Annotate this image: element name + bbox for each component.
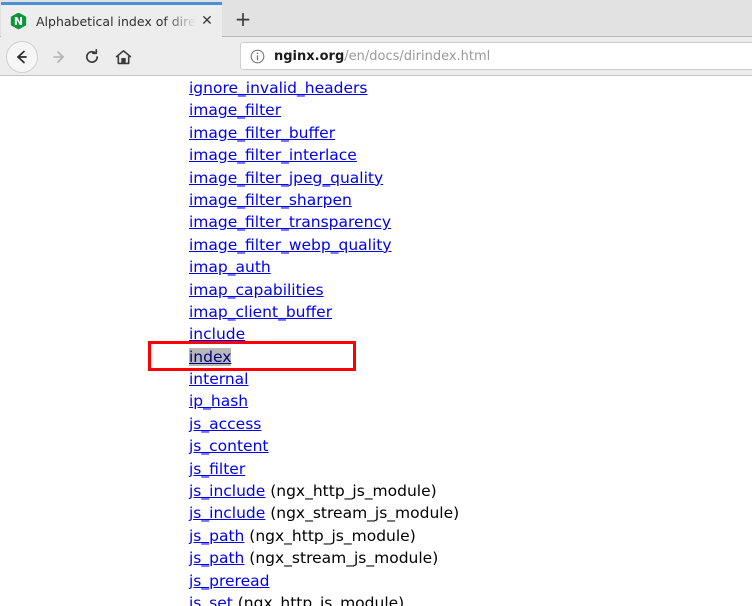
- directive-link-internal[interactable]: internal: [189, 370, 248, 388]
- directive-link-index[interactable]: index: [189, 347, 232, 366]
- directive-link-js_path[interactable]: js_path: [189, 549, 244, 567]
- directive-module-label: (ngx_http_js_module): [244, 526, 416, 545]
- close-icon[interactable]: ✕: [198, 12, 216, 30]
- directive-link-image_filter_buffer[interactable]: image_filter_buffer: [189, 124, 335, 142]
- directive-link-include[interactable]: include: [189, 325, 245, 343]
- directive-row: js_include (ngx_stream_js_module): [189, 502, 729, 524]
- directive-link-image_filter_sharpen[interactable]: image_filter_sharpen: [189, 191, 352, 209]
- directive-link-imap_client_buffer[interactable]: imap_client_buffer: [189, 303, 332, 321]
- directive-row: image_filter_interlace: [189, 144, 729, 166]
- directive-row: js_path (ngx_stream_js_module): [189, 547, 729, 569]
- directive-link-js_path[interactable]: js_path: [189, 527, 244, 545]
- nginx-favicon-icon: N: [10, 12, 27, 30]
- directive-row: js_content: [189, 435, 729, 457]
- directive-row: imap_auth: [189, 256, 729, 278]
- directive-link-image_filter_webp_quality[interactable]: image_filter_webp_quality: [189, 236, 392, 254]
- directive-module-label: (ngx_http_js_module): [232, 593, 405, 606]
- back-button[interactable]: [6, 41, 38, 73]
- url-text: nginx.org/en/docs/dirindex.html: [274, 49, 490, 64]
- directive-link-ignore_invalid_headers[interactable]: ignore_invalid_headers: [189, 79, 367, 97]
- directive-link-js_content[interactable]: js_content: [189, 437, 268, 455]
- directive-row: image_filter_jpeg_quality: [189, 167, 729, 189]
- reload-icon: [85, 48, 99, 63]
- directive-link-image_filter_jpeg_quality[interactable]: image_filter_jpeg_quality: [189, 169, 383, 187]
- directive-link-image_filter_transparency[interactable]: image_filter_transparency: [189, 213, 391, 231]
- directive-row: internal: [189, 368, 729, 390]
- browser-window: N Alphabetical index of direc ✕ + nginx.…: [0, 0, 752, 606]
- directive-row: js_include (ngx_http_js_module): [189, 480, 729, 502]
- directive-link-imap_auth[interactable]: imap_auth: [189, 258, 271, 276]
- directive-row: ip_hash: [189, 390, 729, 412]
- directive-row: imap_client_buffer: [189, 301, 729, 323]
- arrow-left-icon: [17, 50, 27, 64]
- directive-row: image_filter_webp_quality: [189, 234, 729, 256]
- tab-title: Alphabetical index of direc: [36, 13, 196, 29]
- directive-link-js_access[interactable]: js_access: [189, 415, 261, 433]
- directive-link-ip_hash[interactable]: ip_hash: [189, 392, 248, 410]
- directive-link-js_include[interactable]: js_include: [189, 504, 265, 522]
- directive-link-js_preread[interactable]: js_preread: [189, 572, 269, 590]
- page-content: ignore_invalid_headers image_filter image_…: [0, 77, 752, 606]
- directive-row: js_access: [189, 413, 729, 435]
- forward-button: [44, 42, 74, 72]
- directive-row: js_set (ngx_http_js_module): [189, 592, 729, 606]
- url-path: /en/docs/dirindex.html: [344, 48, 491, 64]
- directive-link-js_set[interactable]: js_set: [189, 594, 233, 606]
- directive-link-image_filter[interactable]: image_filter: [189, 101, 281, 119]
- directive-row: image_filter_buffer: [189, 122, 729, 144]
- home-icon: [115, 49, 131, 64]
- info-circle-icon[interactable]: [249, 48, 265, 64]
- home-button[interactable]: [108, 42, 138, 72]
- directive-row: image_filter_sharpen: [189, 189, 729, 211]
- directive-row: image_filter: [189, 99, 729, 121]
- directive-module-label: (ngx_http_js_module): [265, 482, 437, 501]
- directive-module-label: (ngx_stream_js_module): [265, 504, 460, 523]
- directive-link-js_filter[interactable]: js_filter: [189, 460, 245, 478]
- directive-row: image_filter_transparency: [189, 211, 729, 233]
- directive-row: js_path (ngx_http_js_module): [189, 525, 729, 547]
- arrow-right-icon: [53, 51, 64, 63]
- reload-button[interactable]: [77, 42, 107, 72]
- directive-link-js_include[interactable]: js_include: [189, 482, 265, 500]
- browser-tab-active[interactable]: N Alphabetical index of direc ✕: [1, 2, 222, 37]
- new-tab-button[interactable]: +: [228, 5, 258, 33]
- directive-row: js_filter: [189, 458, 729, 480]
- tab-strip: N Alphabetical index of direc ✕ +: [0, 0, 752, 37]
- navigation-toolbar: nginx.org/en/docs/dirindex.html: [0, 37, 752, 76]
- directive-index-list: ignore_invalid_headers image_filter image_…: [189, 77, 729, 606]
- directive-module-label: (ngx_stream_js_module): [244, 549, 439, 568]
- directive-link-imap_capabilities[interactable]: imap_capabilities: [189, 281, 324, 299]
- directive-row: imap_capabilities: [189, 279, 729, 301]
- directive-row: js_preread: [189, 570, 729, 592]
- directive-row: ignore_invalid_headers: [189, 77, 729, 99]
- directive-row: include: [189, 323, 729, 345]
- url-host: nginx.org: [274, 48, 345, 64]
- directive-row: index: [189, 346, 729, 368]
- directive-link-image_filter_interlace[interactable]: image_filter_interlace: [189, 146, 357, 164]
- url-input[interactable]: nginx.org/en/docs/dirindex.html: [240, 42, 752, 70]
- favicon-letter: N: [13, 14, 24, 28]
